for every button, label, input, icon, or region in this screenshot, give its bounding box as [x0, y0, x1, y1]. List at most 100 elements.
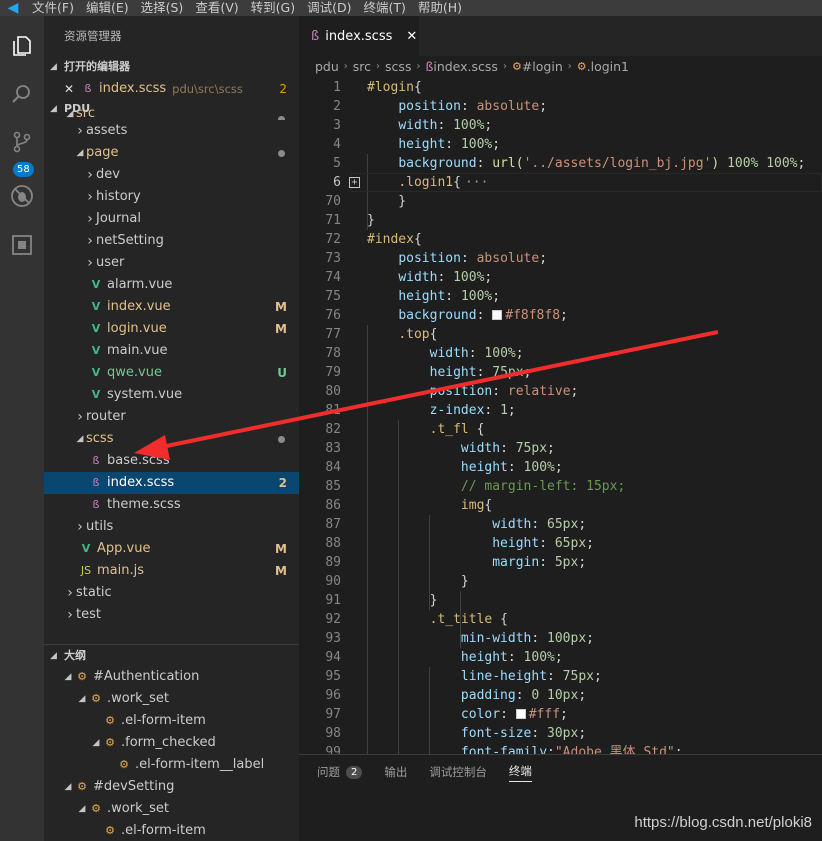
- outline-item[interactable]: ⚙ .el-form-item__label: [44, 754, 299, 776]
- panel-tab[interactable]: 终端: [508, 763, 532, 782]
- search-icon[interactable]: [0, 72, 44, 116]
- tree-item[interactable]: Vindex.vue M: [44, 296, 299, 318]
- menu-item[interactable]: 帮助(H): [412, 0, 468, 16]
- tree-item-label: system.vue: [107, 387, 183, 402]
- tree-item[interactable]: ◢ scss: [44, 428, 299, 450]
- tree-item[interactable]: › user: [44, 252, 299, 274]
- code-editor[interactable]: 1 #login{2 position: absolute; 3 width: 10…: [299, 78, 822, 770]
- outline-item[interactable]: ⚙ .el-form-item: [44, 710, 299, 732]
- code-line: 84 height: 100%;: [299, 458, 822, 477]
- tree-item[interactable]: › assets: [44, 120, 299, 142]
- code-line: 75 height: 100%;: [299, 287, 822, 306]
- chevron-down-icon: ◢: [76, 148, 84, 158]
- close-icon[interactable]: ✕: [406, 29, 417, 44]
- tree-item-label: utils: [86, 519, 114, 534]
- tree-item[interactable]: ß base.scss: [44, 450, 299, 472]
- breadcrumb-item[interactable]: src: [353, 56, 371, 78]
- code-text: }: [367, 213, 375, 228]
- tree-item[interactable]: ß index.scss 2: [44, 472, 299, 494]
- source-control-icon[interactable]: [0, 120, 44, 164]
- color-swatch: [515, 709, 526, 719]
- vue-file-icon: V: [81, 542, 91, 555]
- modified-dot: [278, 436, 285, 443]
- js-file-icon: JS: [80, 564, 92, 577]
- extensions-icon[interactable]: [0, 223, 44, 267]
- tree-item[interactable]: › history: [44, 186, 299, 208]
- selector-icon: ⚙: [105, 714, 115, 727]
- tree-item[interactable]: Vlogin.vue M: [44, 318, 299, 340]
- breadcrumb-item[interactable]: pdu: [315, 56, 339, 78]
- expand-fold-icon[interactable]: +: [349, 177, 360, 188]
- code-line: 70 }: [299, 192, 822, 211]
- menu-item[interactable]: 查看(V): [189, 0, 244, 16]
- code-line: 76 background: #f8f8f8;: [299, 306, 822, 325]
- editor-tab[interactable]: ß index.scss ✕: [299, 16, 419, 56]
- menu-item[interactable]: 编辑(E): [80, 0, 135, 16]
- panel-tab[interactable]: 输出: [384, 764, 407, 780]
- chevron-right-icon: ›: [87, 211, 93, 227]
- menu-item[interactable]: 终端(T): [357, 0, 411, 16]
- breadcrumb: pdu › src › scss › ß index.scss › ⚙ #login › ⚙ .logi…: [299, 56, 822, 78]
- code-text: min-width: 100px;: [460, 631, 594, 646]
- panel-tab[interactable]: 调试控制台: [429, 764, 487, 780]
- selector-icon: ⚙: [119, 758, 129, 771]
- code-line: 74 width: 100%;: [299, 268, 822, 287]
- tree-item[interactable]: › test: [44, 604, 299, 626]
- close-icon[interactable]: ✕: [64, 78, 80, 100]
- chevron-down-icon: ◢: [66, 109, 74, 119]
- tree-item-label: App.vue: [97, 541, 151, 556]
- code-line: 82 .t_fl {: [299, 420, 822, 439]
- outline-item[interactable]: ◢ ⚙ #Authentication: [44, 666, 299, 688]
- sidebar-title: 资源管理器: [64, 29, 122, 43]
- tree-item[interactable]: V App.vue M: [44, 538, 299, 560]
- tree-item[interactable]: Vqwe.vue U: [44, 362, 299, 384]
- debug-icon[interactable]: [0, 174, 44, 218]
- explorer-icon[interactable]: [0, 24, 44, 68]
- tree-item-label: index.scss: [107, 475, 175, 490]
- tree-item[interactable]: ◢ src: [44, 108, 299, 120]
- chevron-right-icon: ›: [416, 61, 421, 72]
- code-line: 98 font-size: 30px;: [299, 724, 822, 743]
- line-number: 96: [325, 688, 341, 703]
- tree-item[interactable]: ◢ page: [44, 142, 299, 164]
- tree-item[interactable]: JS main.js M: [44, 560, 299, 582]
- code-line: 80 position: relative;: [299, 382, 822, 401]
- menu-item[interactable]: 文件(F): [26, 0, 80, 16]
- tree-item-label: main.js: [97, 563, 144, 578]
- tree-item[interactable]: Valarm.vue: [44, 274, 299, 296]
- menu-item[interactable]: 选择(S): [135, 0, 190, 16]
- tree-item[interactable]: › utils: [44, 516, 299, 538]
- tree-item[interactable]: › Journal: [44, 208, 299, 230]
- tree-item[interactable]: › router: [44, 406, 299, 428]
- outline-item[interactable]: ◢ ⚙ .form_checked: [44, 732, 299, 754]
- outline-item[interactable]: ◢ ⚙ #devSetting: [44, 776, 299, 798]
- outline-item-label: .form_checked: [121, 735, 216, 750]
- outline-header[interactable]: ◢ 大纲: [44, 644, 299, 666]
- outline-item-label: #devSetting: [93, 779, 175, 794]
- line-number: 79: [325, 365, 341, 380]
- tree-item-label: static: [76, 585, 112, 600]
- tree-item[interactable]: Vsystem.vue: [44, 384, 299, 406]
- panel-tab[interactable]: 问题 2: [317, 764, 363, 780]
- tree-item[interactable]: Vmain.vue: [44, 340, 299, 362]
- breadcrumb-item[interactable]: index.scss: [433, 56, 498, 78]
- vue-file-icon: V: [91, 388, 101, 401]
- outline-item[interactable]: ◢ ⚙ .work_set: [44, 798, 299, 820]
- open-editors-header[interactable]: ◢ 打开的编辑器: [44, 56, 299, 78]
- editor-tabs: ß index.scss ✕: [299, 16, 822, 56]
- menu-item[interactable]: 调试(D): [301, 0, 357, 16]
- selector-icon: ⚙: [91, 802, 101, 815]
- tree-item[interactable]: › dev: [44, 164, 299, 186]
- outline-item[interactable]: ◢ ⚙ .work_set: [44, 688, 299, 710]
- outline-item[interactable]: ⚙ .el-form-item: [44, 820, 299, 841]
- breadcrumb-item[interactable]: #login: [522, 56, 563, 78]
- breadcrumb-item[interactable]: .login1: [587, 56, 629, 78]
- tree-item[interactable]: › netSetting: [44, 230, 299, 252]
- open-editor-filename: index.scss: [99, 81, 167, 96]
- code-text: }: [367, 593, 438, 608]
- tree-item[interactable]: › static: [44, 582, 299, 604]
- open-editor-item[interactable]: ✕ ß index.scss pdu\src\scss 2: [44, 78, 299, 100]
- menu-item[interactable]: 转到(G): [245, 0, 301, 16]
- tree-item[interactable]: ß theme.scss: [44, 494, 299, 516]
- breadcrumb-item[interactable]: scss: [385, 56, 411, 78]
